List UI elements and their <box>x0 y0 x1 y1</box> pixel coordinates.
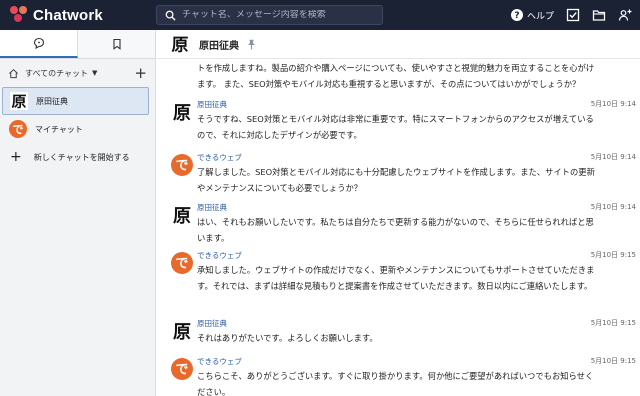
search-icon <box>165 10 176 21</box>
avatar: 原 <box>171 204 193 226</box>
help-button[interactable]: ? ヘルプ <box>510 8 554 22</box>
help-icon: ? <box>510 9 523 21</box>
message-text: 了解しました。SEO対策とモバイル対応にも十分配慮したウェブサイトを作成します。… <box>197 167 595 193</box>
svg-text:で: で <box>175 257 188 272</box>
avatar: で <box>9 120 27 138</box>
message-item: で できるウェブ 5月10日 9:15 こちらこそ、ありがとうございます。すぐに… <box>157 354 640 396</box>
svg-text:原: 原 <box>172 36 189 55</box>
avatar: で <box>171 358 193 380</box>
svg-text:で: で <box>175 159 188 174</box>
message-item: で できるウェブ 5月10日 9:15 承知しました。ウェブサイトの作成だけでな… <box>157 248 640 314</box>
chatwork-logo-icon <box>10 6 28 24</box>
room-header: 原 原田征典 <box>157 30 640 59</box>
svg-text:で: で <box>175 363 188 378</box>
message-timeline[interactable]: トを作成しますね。製品の紹介や購入ページについても、使いやすさと視覚的魅力を両立… <box>157 60 640 396</box>
message-time: 5月10日 9:15 <box>590 319 636 327</box>
message-text: それはありがたいです。よろしくお願いします。 <box>197 333 378 343</box>
new-chat-label: 新しくチャットを開始する <box>33 152 130 162</box>
message-text: 承知しました。ウェブサイトの作成だけでなく、更新やメンテナンスについてもサポート… <box>197 265 595 291</box>
room-item-harada[interactable]: 原 原田征典 <box>2 87 149 115</box>
message-text: はい、それもお願いしたいです。私たちは自分たちで更新する能力がないので、そちらに… <box>197 217 594 243</box>
message-time: 5月10日 9:14 <box>590 203 636 211</box>
pin-icon[interactable] <box>247 39 256 50</box>
add-contact-icon[interactable] <box>618 8 632 22</box>
svg-text:で: で <box>13 123 24 136</box>
message-time: 5月10日 9:14 <box>590 153 636 161</box>
message-time: 5月10日 9:15 <box>590 357 636 365</box>
tab-chats[interactable] <box>0 30 78 58</box>
svg-text:原: 原 <box>173 206 191 226</box>
sidebar: すべてのチャット ▼ + 原 原田征典 で マイチャット + 新しくチャットを開… <box>0 30 156 396</box>
message-item: トを作成しますね。製品の紹介や購入ページについても、使いやすさと視覚的魅力を両立… <box>157 60 640 92</box>
message-text: そうですね、SEO対策とモバイル対応は非常に重要です。特にスマートフォンからのア… <box>197 114 594 140</box>
search-input[interactable] <box>182 10 372 20</box>
message-text: こちらこそ、ありがとうございます。すぐに取り掛かります。何か他にご要望があればい… <box>197 371 594 396</box>
search-box[interactable] <box>156 5 383 25</box>
svg-text:原: 原 <box>173 103 191 123</box>
chat-bubble-icon <box>33 37 44 49</box>
message-sender[interactable]: 原田征典 <box>197 99 227 110</box>
chat-filter[interactable]: すべてのチャット ▼ + <box>0 59 155 87</box>
caret-down-icon: ▼ <box>92 69 98 77</box>
message-text: トを作成しますね。製品の紹介や購入ページについても、使いやすさと視覚的魅力を両立… <box>197 63 595 89</box>
avatar: 原 <box>170 34 190 54</box>
avatar: で <box>171 252 193 274</box>
room-name: マイチャット <box>35 124 83 134</box>
message-sender[interactable]: 原田征典 <box>197 202 227 213</box>
message-time: 5月10日 9:14 <box>590 100 636 108</box>
chat-main: 原 原田征典 トを作成しますね。製品の紹介や購入ページについても、使いやすさと視… <box>157 30 640 396</box>
chat-filter-label: すべてのチャット <box>25 68 89 78</box>
folder-icon[interactable] <box>592 8 606 22</box>
message-item: 原 原田征典 5月10日 9:14 そうですね、SEO対策とモバイル対応は非常に… <box>157 97 640 147</box>
app-logo[interactable]: Chatwork <box>10 6 150 24</box>
tab-bookmarks[interactable] <box>78 30 155 58</box>
add-chat-plus-icon[interactable]: + <box>134 65 147 81</box>
room-item-my-chat[interactable]: で マイチャット <box>2 115 149 143</box>
message-sender[interactable]: できるウェブ <box>197 356 242 367</box>
task-checkbox-icon[interactable] <box>566 8 580 22</box>
avatar: で <box>171 154 193 176</box>
message-item: 原 原田征典 5月10日 9:15 それはありがたいです。よろしくお願いします。 <box>157 316 640 350</box>
svg-text:?: ? <box>514 11 519 21</box>
svg-text:原: 原 <box>11 93 26 111</box>
avatar: 原 <box>171 320 193 342</box>
app-name: Chatwork <box>33 6 103 24</box>
svg-text:原: 原 <box>173 322 191 342</box>
new-chat-button[interactable]: + 新しくチャットを開始する <box>0 143 155 171</box>
message-item: で できるウェブ 5月10日 9:14 了解しました。SEO対策とモバイル対応に… <box>157 150 640 200</box>
sidebar-tabs <box>0 30 155 59</box>
plus-icon: + <box>10 149 22 165</box>
message-sender[interactable]: できるウェブ <box>197 152 242 163</box>
room-title[interactable]: 原田征典 <box>199 37 239 52</box>
message-sender[interactable]: 原田征典 <box>197 318 227 329</box>
avatar: 原 <box>10 92 28 110</box>
message-time: 5月10日 9:15 <box>590 251 636 259</box>
home-icon <box>9 68 18 78</box>
bookmark-icon <box>112 38 121 50</box>
top-bar: Chatwork ? ヘルプ <box>0 0 640 30</box>
message-item: 原 原田征典 5月10日 9:14 はい、それもお願いしたいです。私たちは自分た… <box>157 200 640 250</box>
avatar: 原 <box>171 101 193 123</box>
help-label: ヘルプ <box>526 11 554 22</box>
room-name: 原田征典 <box>36 96 68 106</box>
message-sender[interactable]: できるウェブ <box>197 250 242 261</box>
